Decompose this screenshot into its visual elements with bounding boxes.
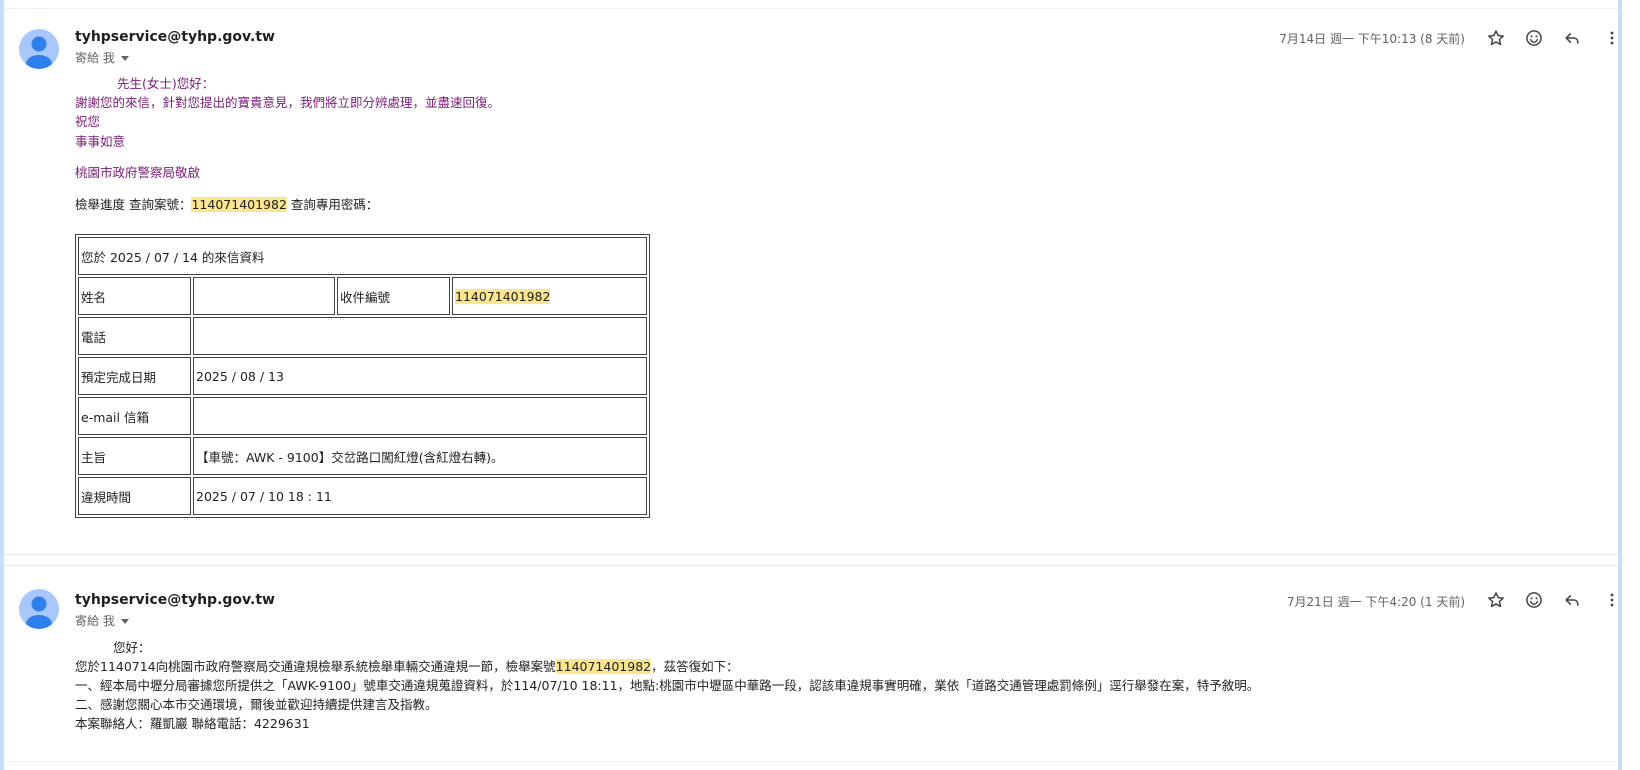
message-date: 7月14日 週一 下午10:13 (8 天前)	[1279, 32, 1465, 46]
receipt-value: 114071401982	[455, 288, 551, 304]
email-message-2: tyhpservice@tyhp.gov.tw 寄給 我 7月21日 週一 下午…	[4, 565, 1618, 762]
table-row: e-mail 信箱	[78, 397, 647, 435]
right-panel-strip	[1618, 0, 1622, 770]
progress-suffix: 查詢專用密碼：	[286, 197, 379, 212]
table-row: 電話	[78, 317, 647, 355]
name-value	[193, 277, 335, 315]
receipt-label: 收件編號	[337, 277, 450, 315]
phone-value	[193, 317, 647, 355]
receipt-value-cell: 114071401982	[452, 277, 647, 315]
thanks-line: 謝謝您的來信，針對您提出的寶貴意見，我們將立即分辨處理，並盡速回復。	[75, 95, 501, 110]
email-value	[193, 397, 647, 435]
email-label: e-mail 信箱	[78, 397, 191, 435]
case-number-highlight: 114071401982	[555, 659, 652, 674]
reply-icon	[1565, 33, 1579, 44]
reply-line-1: 您於1140714向桃園市政府警察局交通違規檢舉系統檢舉車輛交通違規一節，檢舉案…	[75, 657, 739, 677]
reply-line-1-suffix: ，茲答復如下：	[651, 659, 739, 674]
wish-line-2: 事事如意	[75, 134, 126, 149]
chevron-down-icon	[120, 619, 129, 624]
table-row: 您於 2025 / 07 / 14 的來信資料	[78, 237, 647, 275]
due-date-value: 2025 / 08 / 13	[193, 357, 647, 395]
reply-button[interactable]	[1560, 26, 1584, 50]
greeting: 您好：	[113, 640, 151, 655]
greeting: 先生(女士)您好：	[117, 76, 215, 91]
star-icon	[1488, 30, 1504, 46]
emoji-reaction-button[interactable]	[1522, 588, 1546, 612]
violation-time-value: 2025 / 07 / 10 18 : 11	[193, 477, 647, 515]
reply-line-2: 一、經本局中壢分局審據您所提供之「AWK-9100」號車交通違規蒐證資料，於11…	[75, 678, 1260, 693]
star-button[interactable]	[1484, 588, 1508, 612]
signature: 桃園市政府警察局敬啟	[75, 165, 201, 180]
recipient-label: 寄給 我	[75, 51, 115, 65]
table-header-cell: 您於 2025 / 07 / 14 的來信資料	[78, 237, 647, 275]
subject-value: 【車號：AWK - 9100】交岔路口闖紅燈(含紅燈右轉)。	[193, 437, 647, 475]
due-date-label: 預定完成日期	[78, 357, 191, 395]
sender-email: tyhpservice@tyhp.gov.tw	[75, 592, 275, 608]
message-date: 7月21日 週一 下午4:20 (1 天前)	[1286, 595, 1465, 609]
recipient-toggle[interactable]: 寄給 我	[75, 49, 129, 66]
chevron-down-icon	[120, 56, 129, 61]
emoji-icon	[1526, 592, 1542, 608]
emoji-icon	[1526, 30, 1542, 46]
table-row: 違規時間 2025 / 07 / 10 18 : 11	[78, 477, 647, 515]
star-button[interactable]	[1484, 26, 1508, 50]
name-label: 姓名	[78, 277, 191, 315]
progress-line: 檢舉進度 查詢案號：114071401982 查詢專用密碼：	[75, 195, 378, 215]
reply-line-1-prefix: 您於1140714向桃園市政府警察局交通違規檢舉系統檢舉車輛交通違規一節，檢舉案…	[75, 659, 556, 674]
email-message-1: tyhpservice@tyhp.gov.tw 寄給 我 7月14日 週一 下午…	[4, 8, 1618, 555]
phone-label: 電話	[78, 317, 191, 355]
more-vert-icon	[1610, 593, 1614, 607]
violation-time-label: 違規時間	[78, 477, 191, 515]
star-icon	[1488, 592, 1504, 608]
recipient-label: 寄給 我	[75, 614, 115, 628]
table-row: 姓名 收件編號 114071401982	[78, 277, 647, 315]
submission-info-table: 您於 2025 / 07 / 14 的來信資料 姓名 收件編號 11407140…	[75, 234, 650, 518]
reply-button[interactable]	[1560, 588, 1584, 612]
sender-email: tyhpservice@tyhp.gov.tw	[75, 29, 275, 45]
more-options-button[interactable]	[1600, 588, 1624, 612]
recipient-toggle[interactable]: 寄給 我	[75, 612, 129, 629]
subject-label: 主旨	[78, 437, 191, 475]
emoji-reaction-button[interactable]	[1522, 26, 1546, 50]
reply-contact-line: 本案聯絡人：羅凱巖 聯絡電話：4229631	[75, 716, 310, 731]
avatar-person-icon[interactable]	[19, 589, 59, 629]
reply-line-3: 二、感謝您關心本市交通環境，爾後並歡迎持續提供建言及指教。	[75, 697, 438, 712]
more-options-button[interactable]	[1600, 26, 1624, 50]
reply-icon	[1565, 595, 1579, 606]
more-vert-icon	[1610, 31, 1614, 45]
case-number-highlight: 114071401982	[191, 197, 287, 212]
wish-line-1: 祝您	[75, 114, 101, 129]
avatar-person-icon[interactable]	[19, 29, 59, 69]
progress-prefix: 檢舉進度 查詢案號：	[75, 197, 192, 212]
table-row: 主旨 【車號：AWK - 9100】交岔路口闖紅燈(含紅燈右轉)。	[78, 437, 647, 475]
table-row: 預定完成日期 2025 / 08 / 13	[78, 357, 647, 395]
